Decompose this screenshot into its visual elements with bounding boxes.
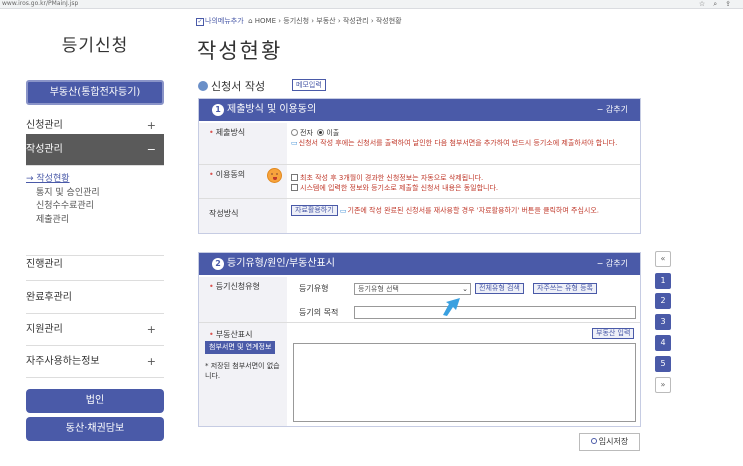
step-3-button[interactable]: 3 xyxy=(655,314,671,330)
consent-check-2[interactable]: 시스템에 입력한 정보와 등기소로 제출할 신청서 내용은 동일합니다. xyxy=(291,183,636,193)
sidebar-item-completed[interactable]: 완료후관리 xyxy=(26,282,164,314)
collapse-button[interactable]: − 감추기 xyxy=(597,253,628,275)
plus-icon: + xyxy=(146,323,156,336)
collapse-button[interactable]: − 감추기 xyxy=(597,99,628,121)
submenu-item-fee[interactable]: 신청수수료관리 xyxy=(26,200,164,214)
check-icon: ✓ xyxy=(196,18,204,26)
panel-title: 등기유형/원인/부동산표시 xyxy=(227,258,335,269)
sidebar-item-label: 진행관리 xyxy=(26,259,63,270)
step-number: 2 xyxy=(212,258,224,270)
page-title: 작성현황 xyxy=(197,39,283,63)
registration-type-select[interactable]: 등기유형 선택 ⌄ xyxy=(354,283,471,295)
chevron-down-icon: ⌄ xyxy=(462,285,468,293)
share-icon[interactable]: ⇪ xyxy=(725,0,739,8)
radio-icon xyxy=(291,129,298,136)
type-sub-label: 등기유형 xyxy=(299,284,329,293)
plus-icon: + xyxy=(146,355,156,368)
sidebar-item-label: 완료후관리 xyxy=(26,292,72,303)
panel-registration-type: 2 등기유형/원인/부동산표시 − 감추기 • 등기신청유형 등기유형 등기유형 선… xyxy=(198,252,641,427)
no-attachment-note: * 저장된 첨부서면이 없습니다. xyxy=(205,362,280,380)
row-consent: • 이용동의 최초 작성 후 3개월이 경과한 신청정보는 자동으로 삭제됩니다.… xyxy=(199,165,640,199)
checkbox[interactable] xyxy=(291,184,298,191)
browser-toolbar: www.iros.go.kr/PMainJ.jsp ☆⌕⇪ xyxy=(0,0,743,9)
sidebar-item-label: 지원관리 xyxy=(26,324,63,335)
reuse-data-button[interactable]: 자료활용하기 xyxy=(291,205,338,216)
submenu-item-notice[interactable]: 통지 및 승인관리 xyxy=(26,187,164,201)
step-4-button[interactable]: 4 xyxy=(655,335,671,351)
row-body: 자료활용하기 ▭기존에 작성 완료된 신청서를 재사용할 경우 '자료활용하기'… xyxy=(291,205,636,216)
scroll-top-button[interactable]: « xyxy=(655,251,671,267)
radio-visit[interactable]: 이출 xyxy=(317,129,339,137)
radio-electronic[interactable]: 전자 xyxy=(291,129,313,137)
sidebar-main-button[interactable]: 부동산(통합전자등기) xyxy=(26,80,164,105)
checkbox[interactable] xyxy=(291,174,298,181)
browser-icons: ☆⌕⇪ xyxy=(699,0,739,8)
info-icon: ▭ xyxy=(339,206,347,215)
panel-header: 2 등기유형/원인/부동산표시 − 감추기 xyxy=(199,253,640,275)
sidebar-item-write-mgmt[interactable]: 작성관리 − xyxy=(26,134,164,166)
step-number: 1 xyxy=(212,104,224,116)
row-property: • 부동산표시 첨부서면 및 연계정보 * 저장된 첨부서면이 없습니다. 부동산… xyxy=(199,323,640,426)
panel-header: 1 제출방식 및 이용동의 − 감추기 xyxy=(199,99,640,121)
submenu-item-status[interactable]: → 작성현황 xyxy=(26,173,164,187)
step-1-button[interactable]: 1 xyxy=(655,273,671,289)
search-all-types-button[interactable]: 전체유형 검색 xyxy=(475,283,524,294)
step-5-button[interactable]: 5 xyxy=(655,356,671,372)
purpose-sub-label: 등기의 목적 xyxy=(299,308,339,317)
sidebar-submenu: → 작성현황 통지 및 승인관리 신청수수료관리 제출관리 xyxy=(26,173,164,256)
writing-note: 기존에 작성 완료된 신청서를 재사용할 경우 '자료활용하기' 버튼을 클릭하… xyxy=(347,206,600,215)
memo-input-button[interactable]: 메모입력 xyxy=(292,79,326,91)
row-body: 최초 작성 후 3개월이 경과한 신청정보는 자동으로 삭제됩니다. 시스템에 … xyxy=(291,173,636,193)
submenu-item-submit[interactable]: 제출관리 xyxy=(26,214,164,228)
sidebar-item-progress[interactable]: 진행관리 xyxy=(26,249,164,281)
row-body: 전자 이출 ▭신청서 작성 후에는 신청서를 출력하여 날인한 다음 첨부서면을… xyxy=(291,128,636,148)
sidebar-item-label: 자주사용하는정보 xyxy=(26,356,100,367)
star-icon[interactable]: ☆ xyxy=(699,0,713,8)
purpose-input[interactable] xyxy=(354,306,636,319)
breadcrumb-path[interactable]: HOME › 등기신청 › 부동산 › 작성관리 › 작성현황 xyxy=(255,17,402,25)
search-icon[interactable]: ⌕ xyxy=(713,0,725,8)
panel-submission: 1 제출방식 및 이용동의 − 감추기 • 제출방식 전자 이출 ▭신청서 작성 후… xyxy=(198,98,641,234)
url-bar[interactable]: www.iros.go.kr/PMainJ.jsp xyxy=(2,0,78,8)
save-icon xyxy=(590,438,597,444)
consent-check-1[interactable]: 최초 작성 후 3개월이 경과한 신청정보는 자동으로 삭제됩니다. xyxy=(291,173,636,183)
sidebar: 등기신청 부동산(통합전자등기) 신청관리 + 작성관리 − → 작성현황 통지… xyxy=(26,9,164,466)
step-2-button[interactable]: 2 xyxy=(655,293,671,309)
bullet-icon xyxy=(198,81,208,91)
row-submit-method: • 제출방식 전자 이출 ▭신청서 작성 후에는 신청서를 출력하여 날인한 다음… xyxy=(199,123,640,165)
sidebar-item-support[interactable]: 지원관리 + xyxy=(26,314,164,346)
row-label: 작성방식 xyxy=(199,199,287,233)
sidebar-item-label: 작성관리 xyxy=(26,144,63,155)
warning-face-icon xyxy=(267,168,282,183)
attachment-link-button[interactable]: 첨부서면 및 연계정보 xyxy=(205,341,276,354)
sidebar-item-favorites[interactable]: 자주사용하는정보 + xyxy=(26,346,164,378)
corporation-button[interactable]: 법인 xyxy=(26,389,164,413)
temp-save-button[interactable]: 임시저장 xyxy=(579,433,640,451)
pointer-arrow-icon xyxy=(443,298,460,316)
panel-title: 제출방식 및 이용동의 xyxy=(227,104,317,115)
breadcrumb: ✓ 나의메뉴추가 ⌂ HOME › 등기신청 › 부동산 › 작성관리 › 작성현… xyxy=(196,16,402,26)
home-icon: ⌂ xyxy=(248,17,253,25)
movable-bond-button[interactable]: 동산·채권담보 xyxy=(26,417,164,441)
sidebar-title: 등기신청 xyxy=(61,36,129,56)
row-registration-type: • 등기신청유형 등기유형 등기유형 선택 ⌄ 전체유형 검색 자주쓰는 유형 등록… xyxy=(199,277,640,323)
row-writing-method: 작성방식 자료활용하기 ▭기존에 작성 완료된 신청서를 재사용할 경우 '자료… xyxy=(199,199,640,233)
submit-note: ▭신청서 작성 후에는 신청서를 출력하여 날인한 다음 첨부서면을 추가하여 … xyxy=(291,139,618,147)
my-menu-add-button[interactable]: ✓ 나의메뉴추가 xyxy=(196,16,244,26)
scroll-bottom-button[interactable]: » xyxy=(655,377,671,393)
row-label: • 제출방식 xyxy=(199,123,287,164)
radio-icon xyxy=(317,129,325,136)
property-textarea[interactable] xyxy=(293,343,636,422)
favorite-type-button[interactable]: 자주쓰는 유형 등록 xyxy=(533,283,597,294)
section-heading: 신청서 작성 xyxy=(198,78,265,94)
sidebar-item-label: 신청관리 xyxy=(26,120,63,131)
row-label: • 등기신청유형 xyxy=(199,277,287,322)
info-icon: ▭ xyxy=(291,139,298,147)
minus-icon: − xyxy=(146,143,156,156)
property-input-button[interactable]: 부동산 입력 xyxy=(592,328,635,339)
